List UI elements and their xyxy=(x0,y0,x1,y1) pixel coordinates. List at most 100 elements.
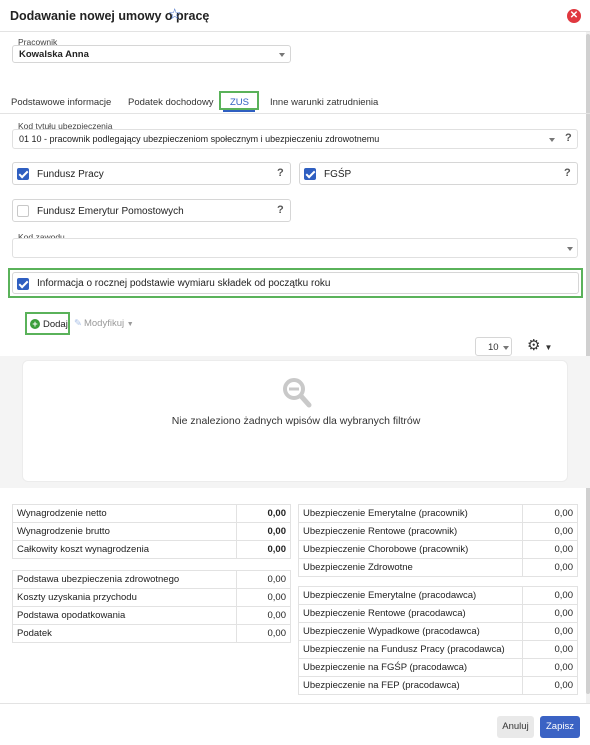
table-row: Ubezpieczenie Rentowe (pracodawca) 0,00 xyxy=(298,604,578,623)
help-icon[interactable]: ? xyxy=(277,167,284,179)
table-row: Ubezpieczenie Zdrowotne 0,00 xyxy=(298,558,578,577)
chevron-down-icon: ▼ xyxy=(126,321,134,328)
row-label: Ubezpieczenie Zdrowotne xyxy=(298,558,523,577)
table-row: Koszty uzyskania przychodu 0,00 xyxy=(12,588,291,607)
row-label: Całkowity koszt wynagrodzenia xyxy=(12,540,237,559)
modify-button[interactable]: ✎ Modyfikuj ▼ xyxy=(74,318,134,329)
chevron-down-icon xyxy=(549,138,555,142)
page-size-value: 10 xyxy=(488,342,499,353)
row-value: 0,00 xyxy=(522,658,578,677)
help-icon[interactable]: ? xyxy=(565,132,572,144)
page-size-select[interactable]: 10 xyxy=(475,337,512,356)
row-value: 0,00 xyxy=(522,676,578,695)
tab-income-tax[interactable]: Podatek dochodowy xyxy=(128,97,214,108)
row-value: 0,00 xyxy=(236,504,291,523)
fundusz-pracy-field[interactable]: Fundusz Pracy ? xyxy=(12,162,291,185)
table-row: Ubezpieczenie Rentowe (pracownik) 0,00 xyxy=(298,522,578,541)
row-label: Ubezpieczenie Rentowe (pracodawca) xyxy=(298,604,523,623)
table-row: Podstawa ubezpieczenia zdrowotnego 0,00 xyxy=(12,570,291,589)
femp-checkbox[interactable] xyxy=(17,205,29,217)
dialog-header: Dodawanie nowej umowy o pracę ☆ ✕ xyxy=(0,0,590,32)
tab-other-conditions[interactable]: Inne warunki zatrudnienia xyxy=(270,97,378,108)
row-value: 0,00 xyxy=(236,606,291,625)
table-row: Ubezpieczenie Emerytalne (pracownik) 0,00 xyxy=(298,504,578,523)
row-value: 0,00 xyxy=(522,640,578,659)
summary-left-top: Wynagrodzenie netto 0,00 Wynagrodzenie br… xyxy=(12,504,291,559)
summary-left-bottom: Podstawa ubezpieczenia zdrowotnego 0,00 K… xyxy=(12,570,291,643)
table-row: Ubezpieczenie Emerytalne (pracodawca) 0,0… xyxy=(298,586,578,605)
row-label: Ubezpieczenie Wypadkowe (pracodawca) xyxy=(298,622,523,641)
row-label: Podstawa ubezpieczenia zdrowotnego xyxy=(12,570,237,589)
employee-select[interactable]: Kowalska Anna xyxy=(12,45,291,63)
chevron-down-icon xyxy=(567,247,573,251)
summary-right-top: Ubezpieczenie Emerytalne (pracownik) 0,00… xyxy=(298,504,578,577)
add-button-label: Dodaj xyxy=(43,319,68,330)
row-value: 0,00 xyxy=(236,570,291,589)
active-tab-indicator xyxy=(223,110,255,112)
table-row: Wynagrodzenie netto 0,00 xyxy=(12,504,291,523)
row-value: 0,00 xyxy=(236,624,291,643)
empty-grid: Nie znaleziono żadnych wpisów dla wybran… xyxy=(22,360,568,482)
profession-code-select[interactable] xyxy=(12,238,578,258)
dialog-footer: Anuluj Zapisz xyxy=(0,703,590,745)
insurance-code-value: 01 10 - pracownik podlegający ubezpiecze… xyxy=(19,134,380,144)
annual-info-field[interactable]: Informacja o rocznej podstawie wymiaru s… xyxy=(12,272,579,294)
row-label: Wynagrodzenie brutto xyxy=(12,522,237,541)
help-icon[interactable]: ? xyxy=(564,167,571,179)
row-value: 0,00 xyxy=(236,540,291,559)
star-icon[interactable]: ☆ xyxy=(168,7,181,23)
row-label: Ubezpieczenie Rentowe (pracownik) xyxy=(298,522,523,541)
empty-message: Nie znaleziono żadnych wpisów dla wybran… xyxy=(171,415,421,427)
plus-icon: + xyxy=(30,319,40,329)
modify-button-label: Modyfikuj xyxy=(83,318,125,329)
row-label: Ubezpieczenie Chorobowe (pracownik) xyxy=(298,540,523,559)
tab-zus[interactable]: ZUS xyxy=(230,97,249,108)
row-label: Ubezpieczenie Emerytalne (pracownik) xyxy=(298,504,523,523)
tab-basic-info[interactable]: Podstawowe informacje xyxy=(11,97,111,108)
save-button[interactable]: Zapisz xyxy=(540,716,580,738)
row-value: 0,00 xyxy=(236,522,291,541)
add-button[interactable]: + Dodaj xyxy=(25,312,70,335)
chevron-down-icon xyxy=(279,53,285,57)
fundusz-pracy-checkbox[interactable] xyxy=(17,168,29,180)
row-label: Ubezpieczenie na FGŚP (pracodawca) xyxy=(298,658,523,677)
row-value: 0,00 xyxy=(522,540,578,559)
chevron-down-icon xyxy=(503,346,509,350)
table-row: Podstawa opodatkowania 0,00 xyxy=(12,606,291,625)
table-row: Ubezpieczenie Chorobowe (pracownik) 0,00 xyxy=(298,540,578,559)
annual-info-label: Informacja o rocznej podstawie wymiaru s… xyxy=(37,278,331,289)
gear-icon[interactable]: ⚙ ▼ xyxy=(527,337,552,357)
row-value: 0,00 xyxy=(522,586,578,605)
pencil-icon: ✎ xyxy=(74,318,82,329)
row-value: 0,00 xyxy=(522,504,578,523)
row-label: Ubezpieczenie na Fundusz Pracy (pracodaw… xyxy=(298,640,523,659)
femp-label: Fundusz Emerytur Pomostowych xyxy=(37,206,184,217)
row-value: 0,00 xyxy=(522,522,578,541)
search-icon xyxy=(283,378,312,408)
row-label: Ubezpieczenie Emerytalne (pracodawca) xyxy=(298,586,523,605)
table-row: Wynagrodzenie brutto 0,00 xyxy=(12,522,291,541)
row-value: 0,00 xyxy=(522,558,578,577)
insurance-code-select[interactable]: 01 10 - pracownik podlegający ubezpiecze… xyxy=(12,129,578,149)
table-row: Ubezpieczenie Wypadkowe (pracodawca) 0,00 xyxy=(298,622,578,641)
table-row: Ubezpieczenie na Fundusz Pracy (pracodaw… xyxy=(298,640,578,659)
femp-field[interactable]: Fundusz Emerytur Pomostowych ? xyxy=(12,199,291,222)
annual-info-checkbox[interactable] xyxy=(17,278,29,290)
row-value: 0,00 xyxy=(236,588,291,607)
help-icon[interactable]: ? xyxy=(277,204,284,216)
cancel-button[interactable]: Anuluj xyxy=(497,716,534,738)
table-row: Ubezpieczenie na FEP (pracodawca) 0,00 xyxy=(298,676,578,695)
close-icon[interactable]: ✕ xyxy=(567,9,581,23)
fgsp-field[interactable]: FGŚP ? xyxy=(299,162,578,185)
table-row: Całkowity koszt wynagrodzenia 0,00 xyxy=(12,540,291,559)
row-label: Podatek xyxy=(12,624,237,643)
row-value: 0,00 xyxy=(522,604,578,623)
table-row: Ubezpieczenie na FGŚP (pracodawca) 0,00 xyxy=(298,658,578,677)
row-label: Wynagrodzenie netto xyxy=(12,504,237,523)
summary-right-bottom: Ubezpieczenie Emerytalne (pracodawca) 0,0… xyxy=(298,586,578,695)
row-label: Koszty uzyskania przychodu xyxy=(12,588,237,607)
row-label: Ubezpieczenie na FEP (pracodawca) xyxy=(298,676,523,695)
fgsp-checkbox[interactable] xyxy=(304,168,316,180)
table-row: Podatek 0,00 xyxy=(12,624,291,643)
fundusz-pracy-label: Fundusz Pracy xyxy=(37,169,104,180)
